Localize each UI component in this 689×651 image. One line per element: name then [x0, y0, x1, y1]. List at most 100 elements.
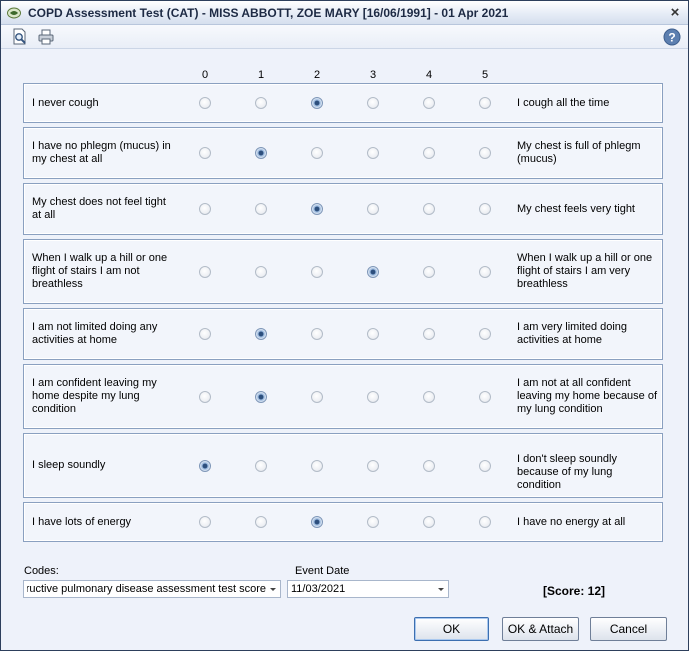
score-radio-1[interactable] [255, 391, 267, 403]
score-radio-4[interactable] [423, 266, 435, 278]
codes-label: Codes: [24, 565, 59, 577]
window-title: COPD Assessment Test (CAT) - MISS ABBOTT… [28, 6, 509, 20]
question-right-label: I have no energy at all [517, 516, 626, 528]
score-radio-4[interactable] [423, 516, 435, 528]
score-radio-1[interactable] [255, 266, 267, 278]
question-right-label: When I walk up a hill or one flight of s… [517, 252, 653, 290]
question-left-label: My chest does not feel tight at all [32, 196, 166, 221]
score-radio-0[interactable] [199, 516, 211, 528]
question-right-label: I am not at all confident leaving my hom… [517, 377, 658, 415]
score-radio-5[interactable] [479, 203, 491, 215]
score-radio-2[interactable] [311, 266, 323, 278]
codes-combo[interactable]: Chronic obstructive pulmonary disease as… [23, 580, 281, 598]
question-left-label: I am not limited doing any activities at… [32, 321, 158, 346]
score-radio-1[interactable] [255, 147, 267, 159]
score-radio-3[interactable] [367, 97, 379, 109]
ok-button[interactable]: OK [414, 617, 489, 641]
question-right-label: I cough all the time [517, 97, 610, 109]
score-radio-3[interactable] [367, 516, 379, 528]
score-radio-3[interactable] [367, 391, 379, 403]
score-radio-2[interactable] [311, 391, 323, 403]
score-radio-0[interactable] [199, 147, 211, 159]
close-button[interactable]: × [667, 4, 683, 21]
score-radio-5[interactable] [479, 391, 491, 403]
chevron-down-icon [270, 588, 276, 591]
score-radio-0[interactable] [199, 266, 211, 278]
score-radio-2[interactable] [311, 97, 323, 109]
scale-number-1: 1 [257, 69, 265, 81]
question-right-label: My chest is full of phlegm (mucus) [517, 140, 641, 165]
score-radio-0[interactable] [199, 391, 211, 403]
question-left-label: I sleep soundly [32, 459, 106, 471]
score-radio-1[interactable] [255, 203, 267, 215]
event-date-combo[interactable]: 11/03/2021 [287, 580, 449, 598]
app-icon [7, 7, 21, 19]
codes-value: Chronic obstructive pulmonary disease as… [27, 583, 266, 595]
event-date-value: 11/03/2021 [291, 583, 346, 595]
ok-attach-button[interactable]: OK & Attach [502, 617, 579, 641]
score-radio-5[interactable] [479, 328, 491, 340]
score-radio-4[interactable] [423, 97, 435, 109]
dialog-window: COPD Assessment Test (CAT) - MISS ABBOTT… [0, 0, 689, 651]
score-radio-4[interactable] [423, 391, 435, 403]
score-radio-2[interactable] [311, 147, 323, 159]
score-text: [Score: 12] [543, 584, 606, 598]
question-right-label: I am very limited doing activities at ho… [517, 321, 628, 346]
score-radio-5[interactable] [479, 147, 491, 159]
score-radio-1[interactable] [255, 97, 267, 109]
assessment-content: 0 1 2 3 4 5 I never cough I cough all the time… [4, 50, 685, 648]
score-radio-3[interactable] [367, 147, 379, 159]
toolbar: ? [1, 25, 688, 49]
help-icon[interactable]: ? [663, 28, 681, 46]
question-row: My chest does not feel tight at all My ch… [23, 183, 663, 235]
score-radio-4[interactable] [423, 203, 435, 215]
question-row: I have lots of energy I have no energy at… [23, 502, 663, 542]
question-left-label: I have no phlegm (mucus) in my chest at … [32, 140, 171, 165]
svg-text:?: ? [668, 31, 675, 45]
print-preview-icon[interactable] [11, 28, 29, 46]
event-date-label: Event Date [295, 565, 350, 577]
scale-number-4: 4 [425, 69, 433, 81]
question-left-label: I have lots of energy [32, 516, 132, 528]
printer-icon[interactable] [37, 28, 55, 46]
score-radio-3[interactable] [367, 266, 379, 278]
question-row: I have no phlegm (mucus) in my chest at … [23, 127, 663, 179]
question-right-label: I don't sleep soundly because of my lung… [517, 453, 617, 491]
score-radio-5[interactable] [479, 460, 491, 472]
score-radio-0[interactable] [199, 97, 211, 109]
score-radio-2[interactable] [311, 460, 323, 472]
score-radio-0[interactable] [199, 203, 211, 215]
score-radio-2[interactable] [311, 203, 323, 215]
chevron-down-icon [438, 588, 444, 591]
question-row: I am not limited doing any activities at… [23, 308, 663, 360]
question-row: I sleep soundly I don't sleep soundly bec… [23, 433, 663, 498]
question-right-label: My chest feels very tight [517, 203, 635, 215]
score-radio-5[interactable] [479, 97, 491, 109]
score-radio-2[interactable] [311, 328, 323, 340]
scale-number-0: 0 [201, 69, 209, 81]
score-radio-4[interactable] [423, 328, 435, 340]
score-radio-1[interactable] [255, 328, 267, 340]
cancel-button[interactable]: Cancel [590, 617, 667, 641]
score-radio-1[interactable] [255, 460, 267, 472]
scale-number-3: 3 [369, 69, 377, 81]
scale-number-5: 5 [481, 69, 489, 81]
question-left-label: I am confident leaving my home despite m… [32, 377, 157, 415]
score-radio-0[interactable] [199, 328, 211, 340]
question-row: I am confident leaving my home despite m… [23, 364, 663, 429]
question-left-label: When I walk up a hill or one flight of s… [32, 252, 168, 290]
score-radio-3[interactable] [367, 460, 379, 472]
score-radio-4[interactable] [423, 460, 435, 472]
score-radio-4[interactable] [423, 147, 435, 159]
question-left-label: I never cough [32, 97, 99, 109]
score-radio-5[interactable] [479, 516, 491, 528]
question-row: When I walk up a hill or one flight of s… [23, 239, 663, 304]
score-radio-3[interactable] [367, 328, 379, 340]
score-radio-2[interactable] [311, 516, 323, 528]
scale-number-2: 2 [313, 69, 321, 81]
title-bar[interactable]: COPD Assessment Test (CAT) - MISS ABBOTT… [1, 1, 688, 25]
score-radio-5[interactable] [479, 266, 491, 278]
score-radio-1[interactable] [255, 516, 267, 528]
score-radio-0[interactable] [199, 460, 211, 472]
score-radio-3[interactable] [367, 203, 379, 215]
